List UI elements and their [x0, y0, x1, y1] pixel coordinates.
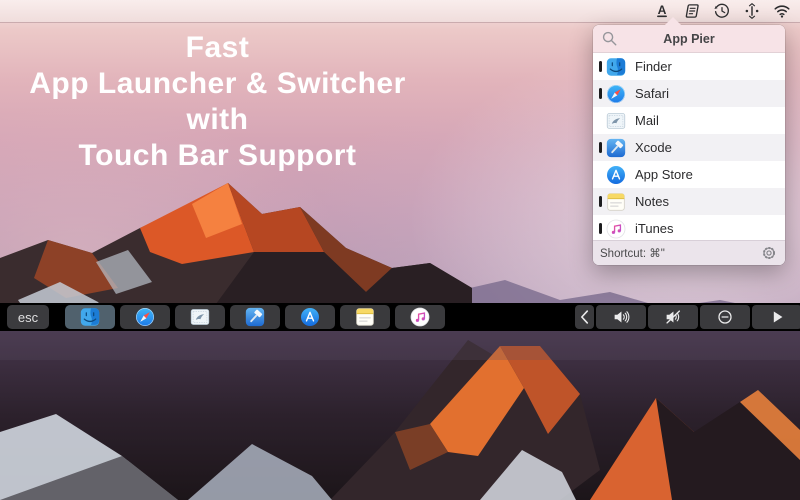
volume-icon: [611, 307, 631, 327]
app-label: Xcode: [635, 140, 672, 155]
notes-icon: [355, 307, 375, 327]
touchbar-app-notes[interactable]: [340, 305, 390, 329]
touchbar-app-safari[interactable]: [120, 305, 170, 329]
touchbar-app-xcode[interactable]: [230, 305, 280, 329]
app-row-safari[interactable]: Safari: [593, 80, 785, 107]
move-arrows-icon[interactable]: [742, 2, 762, 21]
shortcut-label: Shortcut: ⌘": [600, 246, 665, 260]
running-indicator: [599, 142, 602, 153]
do-not-disturb-icon: [715, 307, 735, 327]
popover-header: App Pier: [593, 25, 785, 53]
app-label: Safari: [635, 86, 669, 101]
mute-icon: [663, 307, 683, 327]
safari-icon: [135, 307, 155, 327]
running-indicator: [599, 88, 602, 99]
app-row-xcode[interactable]: Xcode: [593, 134, 785, 161]
safari-icon: [606, 84, 626, 104]
appstore-icon: [606, 165, 626, 185]
touchbar-app-mail[interactable]: [175, 305, 225, 329]
touch-bar-control-strip: [575, 305, 800, 329]
app-row-itunes[interactable]: iTunes: [593, 215, 785, 241]
appstore-icon: [300, 307, 320, 327]
clipboard-list-icon[interactable]: [682, 2, 702, 21]
play-icon: [767, 307, 787, 327]
app-row-mail[interactable]: Mail: [593, 107, 785, 134]
running-indicator: [599, 196, 602, 207]
itunes-icon: [606, 219, 626, 239]
app-label: Finder: [635, 59, 672, 74]
finder-icon: [80, 307, 100, 327]
touch-bar-apps: [65, 305, 445, 329]
esc-button[interactable]: esc: [7, 305, 49, 329]
touchbar-app-itunes[interactable]: [395, 305, 445, 329]
app-label: App Store: [635, 167, 693, 182]
search-icon[interactable]: [601, 30, 618, 47]
hero-line-4: Touch Bar Support: [15, 138, 420, 174]
app-row-finder[interactable]: Finder: [593, 53, 785, 80]
popover-arrow: [665, 17, 681, 25]
running-indicator: [599, 61, 602, 72]
app-row-appstore[interactable]: App Store: [593, 161, 785, 188]
svg-text:A: A: [658, 3, 667, 17]
popover-footer: Shortcut: ⌘": [593, 240, 785, 265]
chevron-left-icon: [575, 307, 595, 327]
touchbar-do-not-disturb-button[interactable]: [700, 305, 750, 329]
hero-line-2: App Launcher & Switcher: [15, 66, 420, 102]
xcode-icon: [606, 138, 626, 158]
hero-headline: Fast App Launcher & Switcher with Touch …: [15, 30, 420, 174]
app-label: Mail: [635, 113, 659, 128]
hero-line-1: Fast: [15, 30, 420, 66]
app-label: iTunes: [635, 221, 674, 236]
touch-bar: esc: [0, 303, 800, 331]
itunes-icon: [410, 307, 430, 327]
touchbar-app-appstore[interactable]: [285, 305, 335, 329]
xcode-icon: [245, 307, 265, 327]
app-row-notes[interactable]: Notes: [593, 188, 785, 215]
touchbar-play-button[interactable]: [752, 305, 800, 329]
touchbar-app-finder[interactable]: [65, 305, 115, 329]
touchbar-mute-button[interactable]: [648, 305, 698, 329]
mail-icon: [606, 111, 626, 131]
running-indicator: [599, 223, 602, 234]
touchbar-chevron-left-button[interactable]: [575, 305, 594, 329]
touchbar-volume-button[interactable]: [596, 305, 646, 329]
finder-icon: [606, 57, 626, 77]
notes-icon: [606, 192, 626, 212]
app-label: Notes: [635, 194, 669, 209]
app-pier-popover: App Pier Finder Safari Mail Xcode App St…: [593, 25, 785, 265]
hero-line-3: with: [15, 102, 420, 138]
mail-icon: [190, 307, 210, 327]
gear-icon[interactable]: [760, 244, 778, 262]
popover-title: App Pier: [663, 32, 714, 46]
wifi-icon[interactable]: [772, 2, 792, 21]
app-list: Finder Safari Mail Xcode App Store Notes: [593, 53, 785, 241]
time-machine-icon[interactable]: [712, 2, 732, 21]
